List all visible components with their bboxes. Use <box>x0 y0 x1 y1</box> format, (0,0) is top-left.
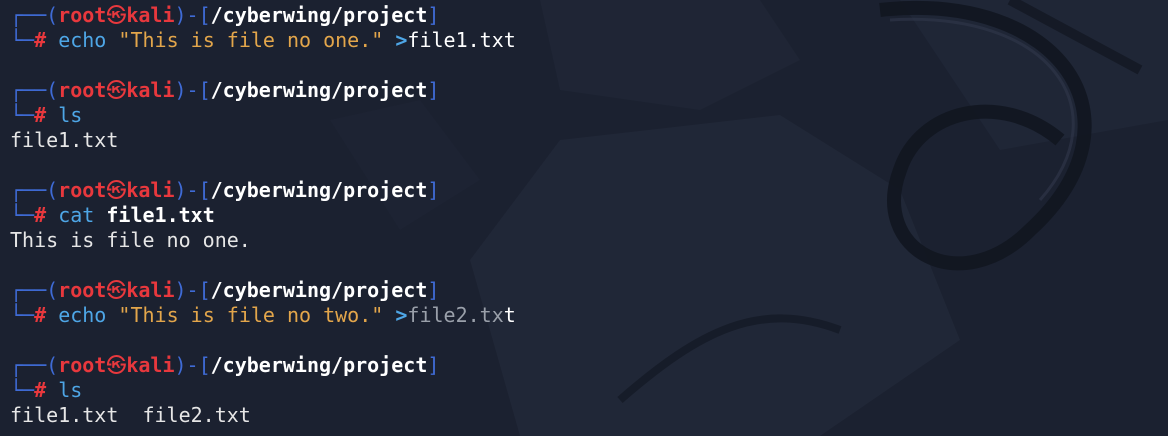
terminal-output[interactable]: ┌──(root㉿kali)-[/cyberwing/project] └─# … <box>10 3 516 428</box>
command-name: echo <box>58 303 107 327</box>
prompt-path: /cyberwing/project <box>210 3 428 27</box>
prompt-hash: # <box>34 303 59 327</box>
prompt-host: kali <box>126 3 175 27</box>
kali-skull-icon: ㉿ <box>106 178 127 202</box>
prompt-path: /cyberwing/project <box>210 278 428 302</box>
prompt-frame: ┌──( <box>10 353 59 377</box>
kali-skull-icon: ㉿ <box>106 3 127 27</box>
prompt-hash: # <box>34 203 59 227</box>
prompt-frame: )-[ <box>174 78 211 102</box>
prompt-frame: )-[ <box>174 178 211 202</box>
command-name: ls <box>58 103 83 127</box>
prompt-host: kali <box>126 178 175 202</box>
prompt-user: root <box>58 78 107 102</box>
prompt-path: /cyberwing/project <box>210 353 428 377</box>
prompt-user: root <box>58 278 107 302</box>
prompt-frame: ] <box>427 178 440 202</box>
redirect-operator: > <box>395 28 408 52</box>
prompt-frame: └─ <box>10 303 35 327</box>
prompt-line: ┌──(root㉿kali)-[/cyberwing/project] <box>10 278 516 303</box>
prompt-frame: └─ <box>10 203 35 227</box>
prompt-line: ┌──(root㉿kali)-[/cyberwing/project] <box>10 3 516 28</box>
command-output: file1.txt file2.txt <box>10 403 251 427</box>
prompt-frame: )-[ <box>174 278 211 302</box>
command-string: "This is file no one." <box>118 28 384 52</box>
prompt-frame: )-[ <box>174 3 211 27</box>
prompt-frame: ] <box>427 78 440 102</box>
prompt-frame: └─ <box>10 378 35 402</box>
prompt-frame: ┌──( <box>10 3 59 27</box>
command-string: "This is file no two." <box>118 303 384 327</box>
prompt-frame: ┌──( <box>10 78 59 102</box>
prompt-frame: └─ <box>10 103 35 127</box>
command-name: cat <box>58 203 95 227</box>
kali-skull-icon: ㉿ <box>106 278 127 302</box>
prompt-host: kali <box>126 78 175 102</box>
prompt-line: ┌──(root㉿kali)-[/cyberwing/project] <box>10 78 516 103</box>
prompt-line: ┌──(root㉿kali)-[/cyberwing/project] <box>10 178 516 203</box>
command-argument: file1.txt <box>106 203 215 227</box>
prompt-frame: ] <box>427 278 440 302</box>
prompt-host: kali <box>126 353 175 377</box>
prompt-host: kali <box>126 278 175 302</box>
prompt-frame: ┌──( <box>10 178 59 202</box>
command-line: └─# ls <box>10 103 516 128</box>
prompt-user: root <box>58 353 107 377</box>
prompt-frame: )-[ <box>174 353 211 377</box>
command-name: ls <box>58 378 83 402</box>
kali-skull-icon: ㉿ <box>106 78 127 102</box>
command-line: └─# echo "This is file no two." >file2.t… <box>10 303 516 328</box>
prompt-path: /cyberwing/project <box>210 178 428 202</box>
prompt-hash: # <box>34 28 59 52</box>
command-output: This is file no one. <box>10 228 251 252</box>
prompt-user: root <box>58 178 107 202</box>
command-target: file1.txt <box>407 28 516 52</box>
autosuggest-text: file2.tx <box>407 303 504 327</box>
command-target: t <box>503 303 516 327</box>
kali-skull-icon: ㉿ <box>106 353 127 377</box>
prompt-hash: # <box>34 103 59 127</box>
prompt-frame: ┌──( <box>10 278 59 302</box>
command-name: echo <box>58 28 107 52</box>
command-output: file1.txt <box>10 128 119 152</box>
prompt-path: /cyberwing/project <box>210 78 428 102</box>
prompt-frame: ] <box>427 353 440 377</box>
redirect-operator: > <box>395 303 408 327</box>
prompt-frame: ] <box>427 3 440 27</box>
command-line: └─# echo "This is file no one." >file1.t… <box>10 28 516 53</box>
prompt-line: ┌──(root㉿kali)-[/cyberwing/project] <box>10 353 516 378</box>
prompt-frame: └─ <box>10 28 35 52</box>
prompt-user: root <box>58 3 107 27</box>
prompt-hash: # <box>34 378 59 402</box>
command-line: └─# cat file1.txt <box>10 203 516 228</box>
command-line: └─# ls <box>10 378 516 403</box>
